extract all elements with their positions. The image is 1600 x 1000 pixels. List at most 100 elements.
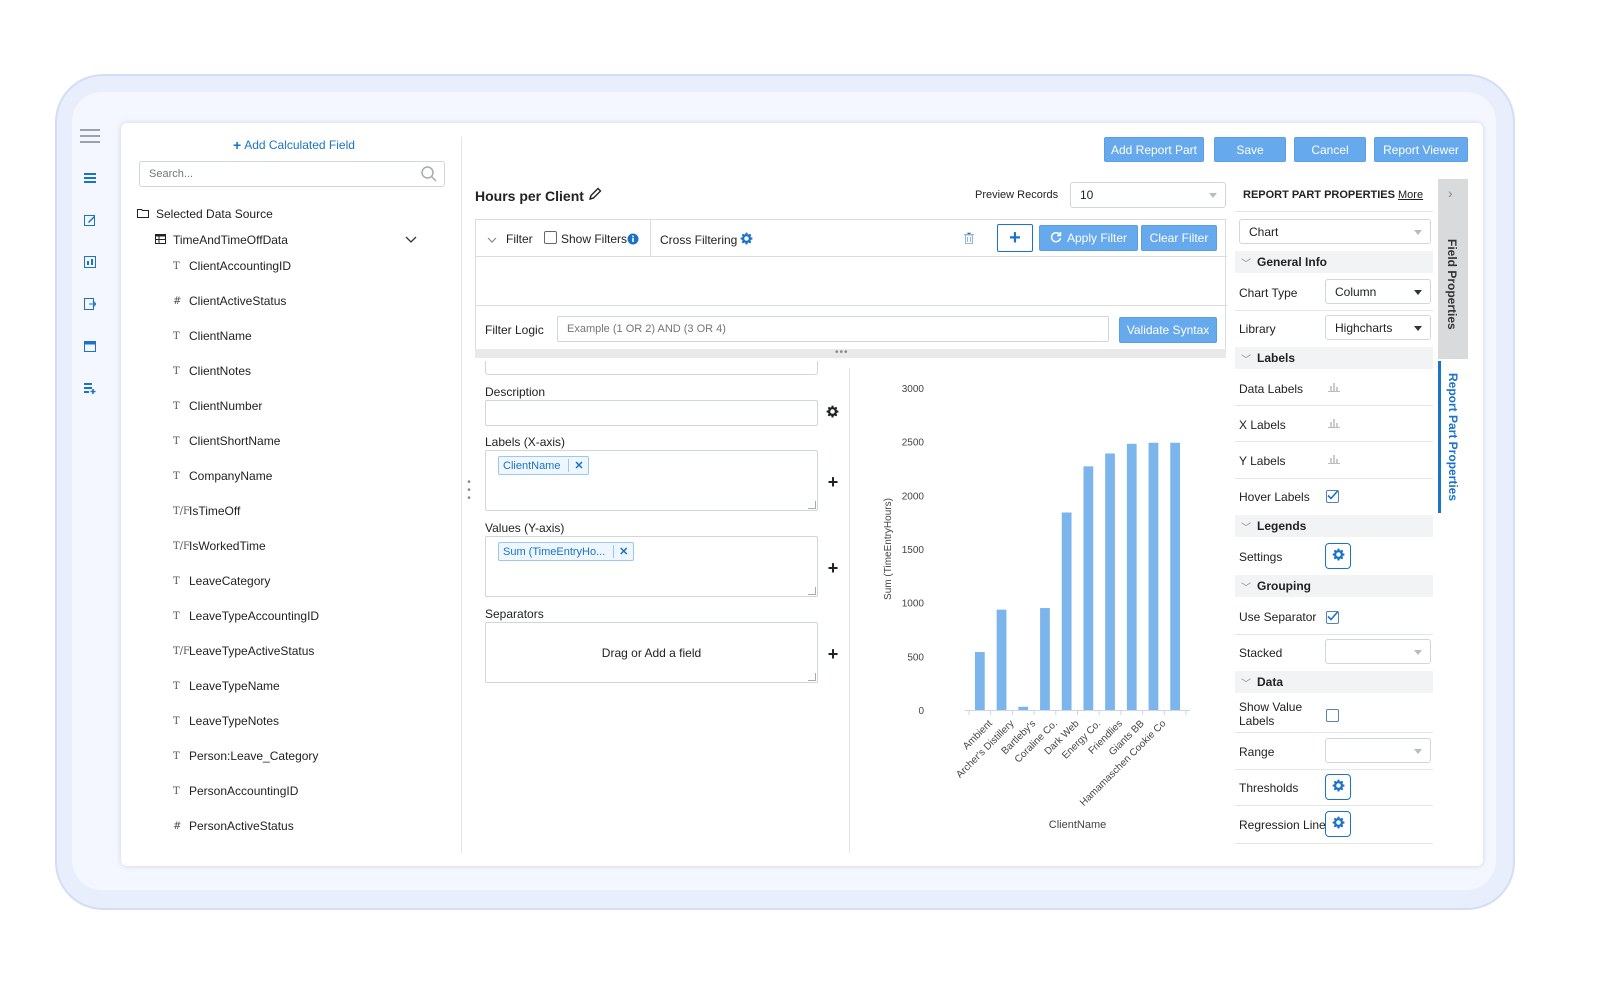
thresholds-settings-button[interactable] bbox=[1325, 774, 1351, 800]
chart-bar bbox=[1126, 443, 1137, 710]
add-separator-plus-icon[interactable]: + bbox=[826, 645, 840, 663]
resize-handle-icon[interactable] bbox=[808, 501, 816, 509]
hamburger-menu-icon[interactable] bbox=[78, 124, 102, 148]
hover-labels-checkbox[interactable] bbox=[1326, 489, 1339, 503]
filter-splitter[interactable]: ••• bbox=[475, 348, 1226, 358]
gear-icon bbox=[1332, 779, 1345, 795]
field-list-item[interactable]: T Person:Leave_Category bbox=[173, 749, 318, 763]
caret-down-icon bbox=[1414, 325, 1422, 331]
add-label-plus-icon[interactable]: + bbox=[826, 473, 840, 491]
field-search-input[interactable] bbox=[149, 163, 419, 185]
field-list-item[interactable]: T ClientNotes bbox=[173, 364, 251, 378]
data-section[interactable]: ﹀ Data bbox=[1235, 671, 1433, 693]
data-labels-label: Data Labels bbox=[1239, 382, 1304, 396]
show-value-labels-checkbox[interactable] bbox=[1326, 709, 1339, 722]
y-labels-label: Y Labels bbox=[1239, 454, 1286, 468]
more-link[interactable]: More bbox=[1398, 189, 1423, 201]
field-list-item[interactable]: T LeaveTypeNotes bbox=[173, 714, 279, 728]
field-name: LeaveTypeAccountingID bbox=[189, 609, 320, 623]
field-list-item[interactable]: T LeaveTypeName bbox=[173, 679, 280, 693]
labels-x-axis-drop-zone[interactable]: ClientName ✕ bbox=[485, 450, 818, 511]
apply-filter-button[interactable]: Apply Filter bbox=[1039, 225, 1138, 251]
field-list-item[interactable]: # ClientActiveStatus bbox=[173, 294, 286, 308]
vertical-drag-handle-icon[interactable]: • • • bbox=[465, 478, 473, 504]
legends-section[interactable]: ﹀ Legends bbox=[1235, 515, 1433, 537]
range-select[interactable] bbox=[1325, 738, 1431, 763]
chevron-down-icon: ﹀ bbox=[1241, 354, 1251, 366]
save-button[interactable]: Save bbox=[1214, 137, 1286, 162]
list-icon[interactable] bbox=[78, 166, 102, 190]
report-part-properties-tab[interactable]: Report Part Properties bbox=[1438, 361, 1468, 513]
field-list-item[interactable]: T/F IsWorkedTime bbox=[173, 539, 266, 553]
add-filter-button[interactable]: + bbox=[997, 224, 1033, 252]
resize-handle-icon[interactable] bbox=[808, 673, 816, 681]
field-properties-tab[interactable]: › Field Properties bbox=[1438, 179, 1468, 359]
field-list-item[interactable]: T ClientNumber bbox=[173, 399, 262, 413]
chart-icon[interactable] bbox=[1328, 417, 1340, 431]
separators-drop-zone[interactable]: Drag or Add a field bbox=[485, 622, 818, 683]
grouping-section[interactable]: ﹀ Grouping bbox=[1235, 575, 1433, 597]
field-list-item[interactable]: T LeaveTypeAccountingID bbox=[173, 609, 319, 623]
field-list-item[interactable]: T ClientAccountingID bbox=[173, 259, 291, 273]
chevron-down-icon[interactable] bbox=[405, 233, 417, 247]
search-icon[interactable] bbox=[420, 165, 438, 186]
preview-records-select[interactable]: 10 bbox=[1070, 182, 1226, 208]
field-name: ClientShortName bbox=[189, 434, 281, 448]
close-icon[interactable]: ✕ bbox=[568, 459, 588, 472]
add-list-icon[interactable] bbox=[78, 376, 102, 400]
add-value-plus-icon[interactable]: + bbox=[826, 559, 840, 577]
report-viewer-button[interactable]: Report Viewer bbox=[1374, 137, 1468, 162]
previous-field-box[interactable] bbox=[485, 361, 818, 375]
field-list-item[interactable]: T LeaveCategory bbox=[173, 574, 270, 588]
chevron-down-icon[interactable] bbox=[487, 233, 497, 247]
pencil-icon[interactable] bbox=[588, 187, 602, 204]
general-info-section[interactable]: ﹀ General Info bbox=[1235, 251, 1433, 273]
library-select[interactable]: Highcharts bbox=[1325, 315, 1431, 340]
field-type-icon: # bbox=[173, 820, 182, 832]
field-list-item[interactable]: T/F LeaveTypeActiveStatus bbox=[173, 644, 314, 658]
data-section-label: Data bbox=[1257, 675, 1284, 689]
chart-bar bbox=[1040, 608, 1050, 710]
row-divider bbox=[1235, 769, 1433, 770]
chart-icon[interactable] bbox=[1328, 453, 1340, 467]
field-list-item[interactable]: T/F IsTimeOff bbox=[173, 504, 240, 518]
values-y-axis-drop-zone[interactable]: Sum (TimeEntryHo... ✕ bbox=[485, 536, 818, 597]
field-list-item[interactable]: T PersonAccountingID bbox=[173, 784, 298, 798]
edit-icon[interactable] bbox=[78, 208, 102, 232]
use-separator-checkbox[interactable] bbox=[1326, 610, 1339, 624]
field-list-item[interactable]: T CompanyName bbox=[173, 469, 272, 483]
chevron-right-icon[interactable]: › bbox=[1448, 185, 1453, 201]
add-report-part-button[interactable]: Add Report Part bbox=[1104, 137, 1204, 162]
labels-x-axis-label: Labels (X-axis) bbox=[485, 435, 566, 449]
gear-icon[interactable] bbox=[826, 405, 839, 421]
close-icon[interactable]: ✕ bbox=[613, 545, 633, 558]
description-input[interactable] bbox=[485, 400, 818, 426]
export-icon[interactable] bbox=[78, 292, 102, 316]
part-type-select[interactable]: Chart bbox=[1239, 219, 1431, 244]
field-list-item[interactable]: T ClientName bbox=[173, 329, 252, 343]
validate-syntax-button[interactable]: Validate Syntax bbox=[1119, 317, 1217, 343]
field-list-item[interactable]: T ClientShortName bbox=[173, 434, 280, 448]
chart-icon[interactable] bbox=[1328, 381, 1340, 395]
cancel-button[interactable]: Cancel bbox=[1294, 137, 1366, 162]
gear-icon[interactable] bbox=[740, 232, 753, 248]
regression-line-settings-button[interactable] bbox=[1325, 811, 1351, 837]
stacked-select[interactable] bbox=[1325, 639, 1431, 664]
legend-settings-button[interactable] bbox=[1325, 543, 1351, 569]
show-filters-checkbox[interactable] bbox=[544, 231, 557, 244]
trash-icon[interactable] bbox=[964, 232, 974, 247]
chevron-down-icon: ﹀ bbox=[1241, 522, 1251, 534]
add-calculated-field-link[interactable]: + Add Calculated Field bbox=[233, 137, 355, 153]
dashboard-icon[interactable] bbox=[78, 250, 102, 274]
field-list-item[interactable]: # PersonActiveStatus bbox=[173, 819, 294, 833]
field-list-panel: + Add Calculated Field Selected Data Sou… bbox=[121, 123, 461, 866]
header-divider bbox=[1235, 211, 1433, 212]
info-icon[interactable] bbox=[627, 233, 639, 248]
filter-logic-input[interactable] bbox=[557, 316, 1109, 342]
data-source-table[interactable]: TimeAndTimeOffData bbox=[155, 233, 417, 247]
chart-type-select[interactable]: Column bbox=[1325, 279, 1431, 304]
labels-section[interactable]: ﹀ Labels bbox=[1235, 347, 1433, 369]
clear-filter-button[interactable]: Clear Filter bbox=[1141, 225, 1217, 251]
calendar-icon[interactable] bbox=[78, 334, 102, 358]
resize-handle-icon[interactable] bbox=[808, 587, 816, 595]
